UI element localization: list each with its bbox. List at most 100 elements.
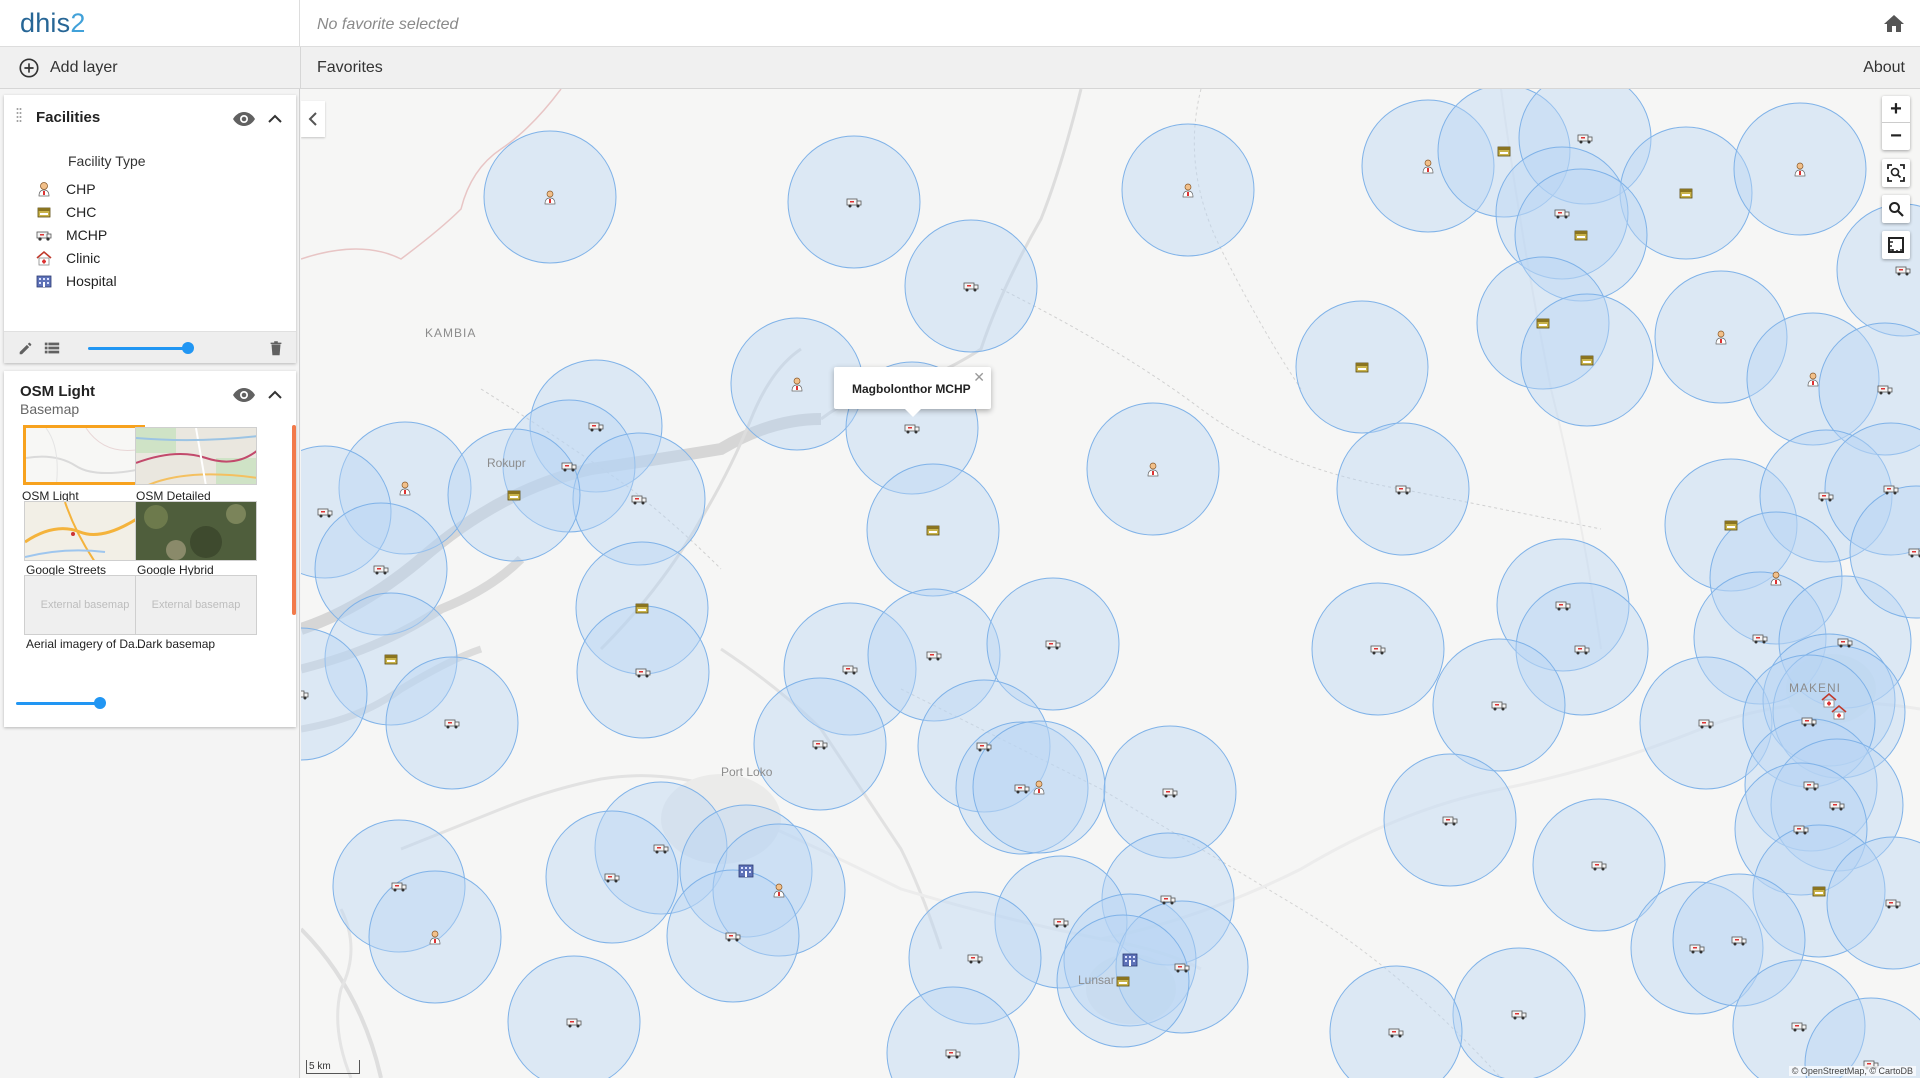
- chc-marker-icon[interactable]: [1355, 362, 1369, 373]
- popup-tip: [904, 408, 922, 417]
- facility-popup: Magbolonthor MCHP ✕: [834, 367, 991, 417]
- edit-pencil-icon[interactable]: [16, 339, 36, 357]
- zoom-extent-icon: [1887, 164, 1905, 182]
- opacity-slider-track[interactable]: [16, 702, 102, 705]
- legend-item-mchp: MCHP: [36, 225, 107, 245]
- chc-icon: [37, 207, 51, 218]
- chc-marker-icon[interactable]: [1116, 976, 1130, 987]
- place-label-kambia: KAMBIA: [425, 326, 477, 340]
- legend-label: MCHP: [66, 227, 108, 243]
- layer-actions-bar: [4, 331, 296, 363]
- facility-buffer-circle: [1329, 965, 1463, 1078]
- layers-panel: Facilities Facility Type CHP CHC MCHP Cl…: [0, 89, 300, 1078]
- legend-label: Hospital: [66, 273, 117, 289]
- add-layer-label: Add layer: [50, 59, 118, 76]
- basemap-option-google-streets[interactable]: [24, 501, 146, 561]
- basemap-option-dark-basemap[interactable]: External basemap: [135, 575, 257, 635]
- basemap-label: Aerial imagery of Da...: [26, 637, 145, 651]
- map-attribution: © OpenStreetMap, © CartoDB: [1788, 1066, 1916, 1076]
- osm-detailed-thumbnail: [136, 428, 256, 484]
- chc-marker-icon[interactable]: [926, 525, 940, 536]
- home-icon[interactable]: [1882, 12, 1908, 36]
- chc-marker-icon[interactable]: [1580, 355, 1594, 366]
- basemap-option-aerial-imagery[interactable]: External basemap: [24, 575, 146, 635]
- chc-marker-icon[interactable]: [1536, 318, 1550, 329]
- visibility-eye-icon[interactable]: [232, 387, 256, 403]
- zoom-control: + −: [1882, 96, 1910, 150]
- scale-bar: 5 km: [306, 1060, 360, 1074]
- hospital-icon: [36, 275, 52, 288]
- basemap-option-osm-light[interactable]: [23, 425, 145, 485]
- hospital-marker-icon[interactable]: [1122, 953, 1138, 967]
- zoom-out-button[interactable]: −: [1882, 123, 1910, 150]
- add-circle-icon: [19, 58, 39, 78]
- collapse-panel-button[interactable]: [301, 101, 325, 137]
- opacity-slider-track[interactable]: [88, 347, 188, 350]
- mchp-icon: [36, 231, 52, 241]
- popup-title: Magbolonthor MCHP: [852, 382, 971, 396]
- chc-marker-icon[interactable]: [384, 654, 398, 665]
- chp-icon: [38, 182, 50, 197]
- collapse-chevron-icon[interactable]: [268, 390, 282, 400]
- facility-buffer-circle: [507, 955, 641, 1078]
- zoom-in-button[interactable]: +: [1882, 96, 1910, 123]
- favorites-button[interactable]: Favorites: [317, 59, 383, 77]
- map-view[interactable]: KAMBIA Rokupr Port Loko Lunsar MAKENI + …: [301, 89, 1920, 1078]
- chc-marker-icon[interactable]: [1574, 230, 1588, 241]
- facilities-layer-title: Facilities: [36, 109, 101, 126]
- opacity-slider-thumb[interactable]: [182, 342, 194, 354]
- hospital-marker-icon[interactable]: [738, 864, 754, 878]
- collapse-chevron-icon[interactable]: [268, 114, 282, 124]
- favorite-title: No favorite selected: [317, 16, 459, 33]
- basemap-list-scrollbar[interactable]: [292, 425, 296, 615]
- basemap-label: Dark basemap: [137, 637, 216, 651]
- data-table-icon[interactable]: [42, 339, 62, 357]
- facility-buffers: [301, 89, 1920, 1078]
- place-label-port-loko: Port Loko: [721, 765, 773, 779]
- chc-marker-icon[interactable]: [1497, 146, 1511, 157]
- legend-item-clinic: Clinic: [36, 248, 100, 268]
- basemap-option-osm-detailed[interactable]: [135, 427, 257, 485]
- legend-label: Clinic: [66, 250, 101, 266]
- chevron-left-icon: [308, 112, 317, 126]
- google-streets-thumbnail: [25, 502, 145, 560]
- basemap-option-google-hybrid[interactable]: [135, 501, 257, 561]
- place-label-rokupr: Rokupr: [487, 456, 526, 470]
- basemap-layer-title: OSM Light: [20, 383, 95, 400]
- drag-handle-icon[interactable]: [16, 107, 22, 123]
- search-button[interactable]: [1882, 195, 1910, 223]
- legend-title: Facility Type: [68, 153, 146, 169]
- basemap-layer-card: OSM Light Basemap OSM Light OSM Detailed…: [4, 371, 296, 727]
- add-layer-button[interactable]: Add layer: [18, 56, 118, 80]
- chc-marker-icon[interactable]: [507, 490, 521, 501]
- osm-light-thumbnail: [26, 428, 142, 482]
- opacity-slider-thumb[interactable]: [94, 697, 106, 709]
- legend-item-chp: CHP: [36, 179, 96, 199]
- place-label-lunsar: Lunsar: [1078, 973, 1115, 987]
- legend-item-chc: CHC: [36, 202, 96, 222]
- app-header: dhis2 No favorite selected: [0, 0, 1920, 47]
- legend-label: CHP: [66, 181, 96, 197]
- chc-marker-icon[interactable]: [635, 603, 649, 614]
- popup-close-icon[interactable]: ✕: [973, 369, 985, 386]
- chc-marker-icon[interactable]: [1812, 886, 1826, 897]
- chc-marker-icon[interactable]: [1679, 188, 1693, 199]
- measure-button[interactable]: [1882, 231, 1910, 259]
- legend-item-hospital: Hospital: [36, 271, 117, 291]
- toolbar-divider: [300, 47, 301, 89]
- dhis2-logo[interactable]: dhis2: [0, 0, 300, 47]
- chc-marker-icon[interactable]: [1724, 520, 1738, 531]
- about-button[interactable]: About: [1863, 59, 1905, 77]
- ruler-icon: [1888, 237, 1904, 253]
- logo-main-text: dhis: [20, 8, 71, 38]
- delete-trash-icon[interactable]: [266, 339, 286, 357]
- place-label-makeni: MAKENI: [1789, 681, 1842, 695]
- map-canvas[interactable]: [301, 89, 1920, 1078]
- logo-suffix-text: 2: [70, 8, 86, 38]
- facilities-layer-card: Facilities Facility Type CHP CHC MCHP Cl…: [4, 95, 296, 363]
- search-icon: [1889, 202, 1904, 217]
- google-hybrid-thumbnail: [136, 502, 256, 560]
- visibility-eye-icon[interactable]: [232, 111, 256, 127]
- fit-bounds-button[interactable]: [1882, 159, 1910, 187]
- basemap-layer-subtitle: Basemap: [20, 401, 80, 417]
